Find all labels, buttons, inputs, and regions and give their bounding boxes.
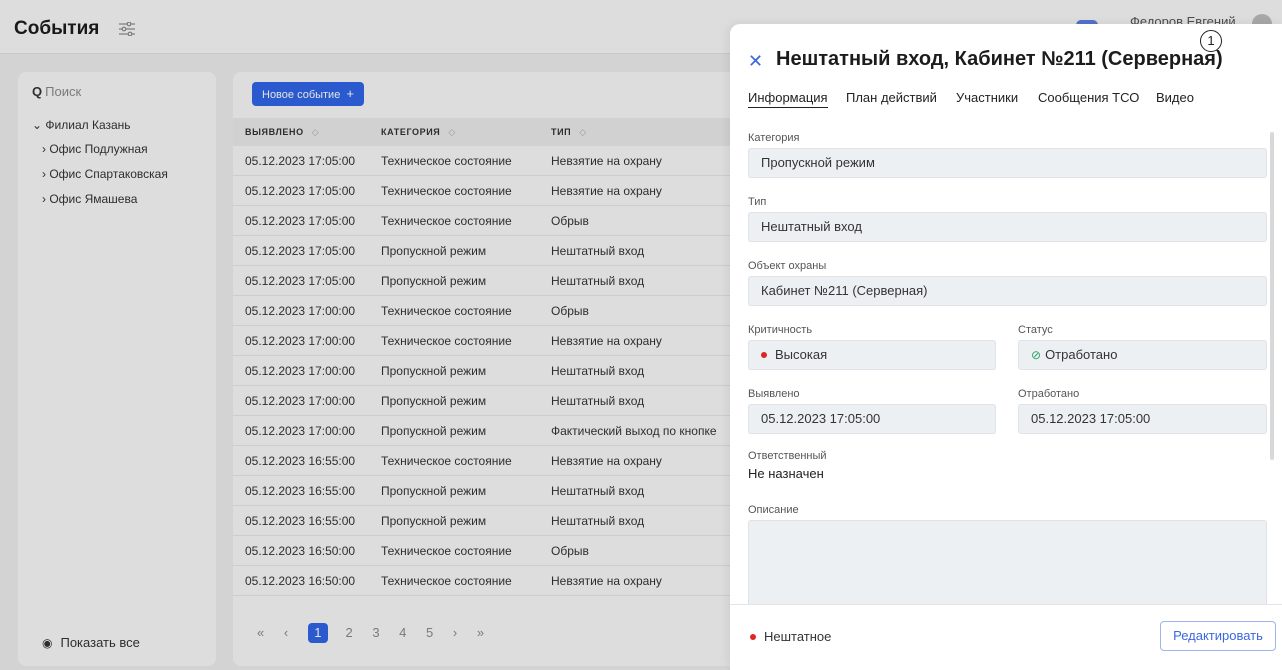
responsible-value: Не назначен: [748, 466, 824, 481]
close-icon[interactable]: ✕: [748, 52, 763, 70]
drawer-footer: Нештатное Редактировать: [730, 604, 1282, 670]
tab-video[interactable]: Видео: [1156, 90, 1194, 105]
object-field[interactable]: Кабинет №211 (Серверная): [748, 276, 1267, 306]
type-label: Тип: [748, 196, 767, 208]
tab-tso-messages[interactable]: Сообщения ТСО: [1038, 90, 1139, 105]
tab-participants[interactable]: Участники: [956, 90, 1018, 105]
footer-status-label: Нештатное: [764, 629, 832, 644]
category-field[interactable]: Пропускной режим: [748, 148, 1267, 178]
category-label: Категория: [748, 132, 800, 144]
description-field[interactable]: [748, 520, 1267, 606]
type-field[interactable]: Нештатный вход: [748, 212, 1267, 242]
status-field[interactable]: ⊘ Отработано: [1018, 340, 1267, 370]
tab-info[interactable]: Информация: [748, 90, 828, 108]
drawer-title: Нештатный вход, Кабинет №211 (Серверная): [776, 48, 1223, 70]
criticality-value: Высокая: [775, 347, 828, 362]
edit-button[interactable]: Редактировать: [1160, 621, 1276, 651]
critical-dot-icon: [761, 351, 767, 358]
status-dot-icon: [750, 633, 756, 640]
status-label: Статус: [1018, 324, 1053, 336]
check-circle-icon: ⊘: [1031, 348, 1042, 362]
responsible-label: Ответственный: [748, 450, 827, 462]
criticality-label: Критичность: [748, 324, 813, 336]
event-form: Категория Пропускной режим Тип Нештатный…: [730, 128, 1282, 606]
scrollbar[interactable]: [1270, 132, 1274, 460]
footer-status: Нештатное: [750, 629, 831, 644]
status-value: Отработано: [1045, 347, 1118, 362]
detected-field[interactable]: 05.12.2023 17:05:00: [748, 404, 996, 434]
annotation-marker: 1: [1200, 30, 1222, 52]
processed-field[interactable]: 05.12.2023 17:05:00: [1018, 404, 1267, 434]
detected-label: Выявлено: [748, 388, 800, 400]
event-drawer: ✕ Нештатный вход, Кабинет №211 (Серверна…: [730, 24, 1282, 670]
tab-action-plan[interactable]: План действий: [846, 90, 937, 105]
processed-label: Отработано: [1018, 388, 1080, 400]
criticality-field[interactable]: Высокая: [748, 340, 996, 370]
object-label: Объект охраны: [748, 260, 827, 272]
description-label: Описание: [748, 504, 799, 516]
